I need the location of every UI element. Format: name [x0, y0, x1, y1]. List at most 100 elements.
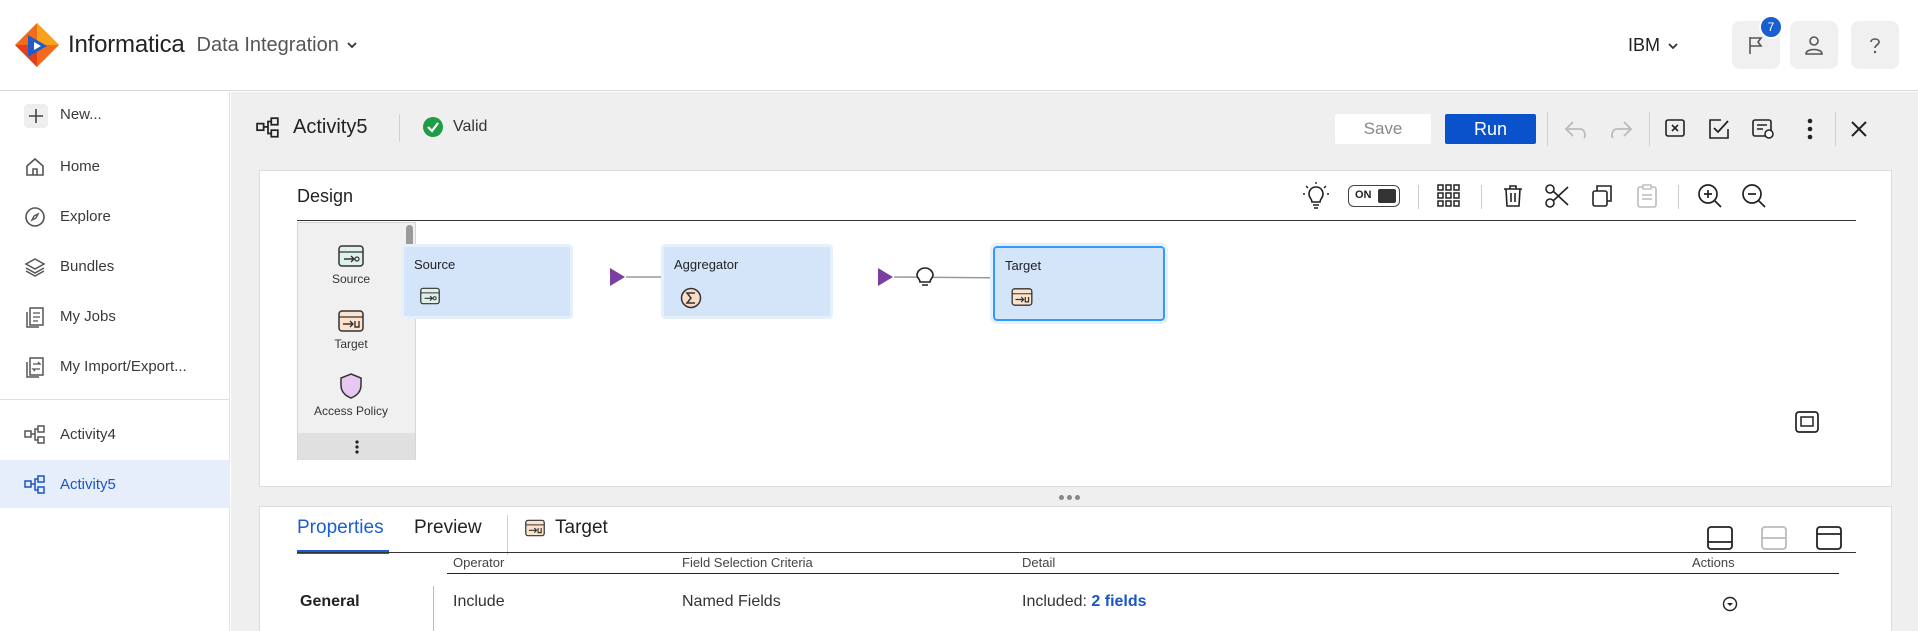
task-icon — [1752, 119, 1774, 139]
minimap-icon — [1795, 411, 1819, 433]
asset-toolbar: Activity5 Valid Save Run — [231, 92, 1918, 162]
arrange-all-button[interactable] — [1433, 180, 1465, 212]
plus-icon — [24, 104, 48, 128]
sidebar-item-my-jobs[interactable]: My Jobs — [0, 292, 230, 340]
asset-title: Activity5 — [293, 116, 368, 138]
palette-item-target[interactable]: Target — [298, 310, 404, 351]
node-label: Source — [414, 257, 456, 272]
sidebar-divider — [0, 399, 230, 400]
properties-panel: Properties Preview Target Operator Field… — [259, 506, 1892, 631]
design-header-divider — [297, 220, 1856, 221]
toolbar-divider — [399, 114, 400, 142]
node-label: Target — [1005, 258, 1042, 273]
aggregator-icon — [680, 287, 702, 309]
mapping-icon — [256, 117, 279, 138]
sidebar-item-bundles[interactable]: Bundles — [0, 242, 230, 290]
sidebar-item-import-export[interactable]: My Import/Export... — [0, 342, 230, 390]
table-header-divider — [447, 573, 1839, 574]
compass-icon — [25, 207, 45, 227]
palette-more-button[interactable] — [298, 433, 415, 460]
sidebar-item-label: Home — [60, 157, 101, 175]
cell-operator: Include — [453, 593, 505, 610]
mapping-canvas — [610, 267, 1040, 288]
delete-button[interactable] — [1497, 180, 1529, 212]
panel-splitter[interactable] — [1059, 495, 1080, 500]
help-icon — [1870, 38, 1880, 54]
more-vertical-icon — [1807, 118, 1813, 140]
palette-item-source[interactable]: Source — [298, 245, 404, 286]
design-title: Design — [297, 186, 354, 206]
schedule-button[interactable] — [1748, 114, 1778, 144]
zoom-out-button[interactable] — [1738, 180, 1770, 212]
validate-icon — [1709, 119, 1729, 139]
mapping-icon — [24, 475, 45, 494]
dock-bottom-button[interactable] — [1705, 523, 1735, 553]
recommendations-toggle[interactable]: ON — [1348, 185, 1400, 207]
main-area: Activity5 Valid Save Run Design ON Sourc… — [231, 92, 1918, 631]
validate-button[interactable] — [1704, 114, 1734, 144]
import-export-icon — [26, 357, 44, 378]
sidebar-item-label: My Import/Export... — [60, 357, 187, 375]
node-target[interactable]: Target — [990, 243, 1168, 324]
sidebar-item-activity5[interactable]: Activity5 — [0, 460, 230, 508]
close-button[interactable] — [1844, 114, 1874, 144]
row-actions-button[interactable] — [1722, 596, 1738, 612]
tab-properties[interactable]: Properties — [297, 517, 384, 539]
help-button[interactable] — [1851, 21, 1899, 69]
user-menu-button[interactable] — [1790, 21, 1838, 69]
node-source[interactable]: Source — [401, 244, 573, 319]
paste-button[interactable] — [1631, 180, 1663, 212]
minimap-button[interactable] — [1795, 411, 1819, 433]
detail-prefix: Included: — [1022, 593, 1087, 610]
sidebar-item-label: Explore — [60, 207, 111, 225]
dock-middle-button[interactable] — [1759, 523, 1789, 553]
sidebar-item-activity4[interactable]: Activity4 — [0, 410, 230, 458]
toggle-knob — [1378, 189, 1396, 203]
selected-object-label: Target — [555, 517, 608, 538]
recommendations-button[interactable] — [1300, 180, 1332, 212]
org-switcher[interactable]: IBM — [1628, 35, 1680, 56]
toolbar-divider — [1678, 185, 1679, 209]
parameters-button[interactable] — [1661, 114, 1691, 144]
copy-icon — [1592, 185, 1612, 207]
cut-button[interactable] — [1541, 180, 1573, 212]
cell-detail: Included: 2 fields — [1022, 593, 1147, 611]
column-header-actions: Actions — [1692, 555, 1735, 570]
mapping-icon — [24, 425, 45, 444]
sidebar-item-explore[interactable]: Explore — [0, 192, 230, 240]
more-actions-button[interactable] — [1795, 114, 1825, 144]
transformation-palette: Source Target Access Policy — [297, 222, 416, 460]
undo-button[interactable] — [1561, 114, 1591, 144]
palette-item-label: Access Policy — [313, 404, 389, 418]
tab-preview[interactable]: Preview — [414, 517, 482, 539]
panel-top-icon — [1816, 526, 1842, 550]
zoom-in-button[interactable] — [1694, 180, 1726, 212]
informatica-logo[interactable] — [14, 22, 60, 68]
chevron-down-icon — [347, 42, 357, 49]
zoom-in-icon — [1698, 184, 1722, 208]
tabs-divider — [297, 552, 1856, 553]
run-button[interactable]: Run — [1445, 114, 1536, 144]
toggle-label: ON — [1355, 189, 1372, 201]
notifications-button[interactable]: 7 — [1732, 15, 1783, 69]
panel-split-icon — [1761, 526, 1787, 550]
sidebar: New... Home Explore Bundles My Jobs My I… — [0, 92, 230, 631]
new-button[interactable]: New... — [0, 92, 230, 136]
section-general[interactable]: General — [300, 593, 360, 611]
product-switcher[interactable]: Data Integration — [197, 34, 359, 57]
validation-status: Valid — [423, 117, 487, 137]
chevron-down-circle-icon — [1722, 596, 1738, 612]
dock-top-button[interactable] — [1814, 523, 1844, 553]
copy-button[interactable] — [1586, 180, 1618, 212]
jobs-icon — [26, 307, 44, 328]
fields-link[interactable]: 2 fields — [1091, 593, 1146, 610]
lightbulb-icon[interactable] — [916, 267, 934, 286]
palette-item-access-policy[interactable]: Access Policy — [298, 373, 404, 418]
sidebar-item-label: Activity5 — [60, 475, 116, 493]
sidebar-item-home[interactable]: Home — [0, 142, 230, 190]
redo-button[interactable] — [1606, 114, 1636, 144]
panel-bottom-icon — [1707, 526, 1733, 550]
toolbar-divider — [1481, 185, 1482, 209]
node-aggregator[interactable]: Aggregator — [661, 244, 833, 319]
save-button[interactable]: Save — [1335, 114, 1431, 144]
